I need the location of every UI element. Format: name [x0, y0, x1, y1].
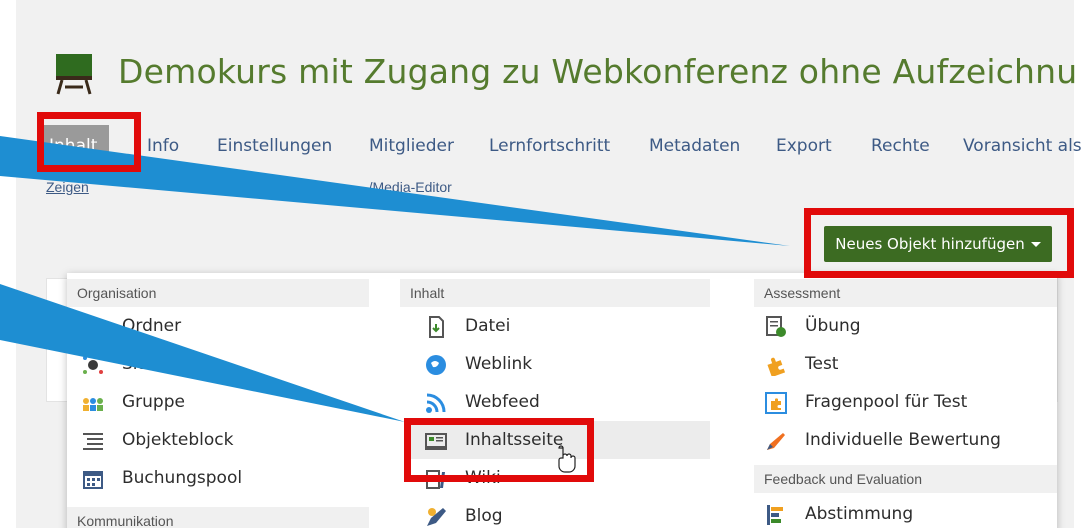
puzzle-icon	[767, 357, 786, 376]
menu-item-label: Abstimmung	[805, 504, 914, 524]
menu-item-label: Ordner	[122, 316, 182, 336]
tab-metadaten[interactable]: Metadaten	[649, 125, 740, 167]
menu-item-datei[interactable]: Datei	[425, 307, 710, 345]
menu-item-label: Test	[805, 354, 839, 374]
menu-item-label: Buchungspool	[122, 468, 243, 488]
list-block-icon	[83, 433, 103, 450]
menu-item-label: Fragenpool für Test	[805, 392, 968, 412]
menu-item-label: Weblink	[465, 354, 533, 374]
menu-heading-organisation: Organisation	[67, 279, 369, 307]
menu-item-abstimmung[interactable]: Abstimmung	[765, 495, 1055, 528]
menu-item-label: Webfeed	[465, 392, 540, 412]
menu-heading-feedback: Feedback und Evaluation	[754, 465, 1057, 493]
menu-item-blog[interactable]: Blog	[425, 497, 710, 528]
question-pool-icon	[765, 392, 787, 414]
tab-rechte[interactable]: Rechte	[871, 125, 930, 167]
group-icon	[83, 398, 103, 411]
tab-lernfortschritt[interactable]: Lernfortschritt	[489, 125, 610, 167]
globe-icon	[426, 355, 446, 375]
menu-heading-assessment: Assessment	[754, 279, 1057, 307]
menu-item-label: Übung	[805, 316, 861, 336]
course-icon	[56, 54, 92, 95]
menu-item-label: Gruppe	[122, 392, 185, 412]
menu-item-sitzung[interactable]: Sitzung	[82, 345, 372, 383]
menu-item-label: Blog	[465, 506, 503, 526]
blog-icon	[427, 508, 446, 526]
tab-info[interactable]: Info	[147, 125, 179, 167]
screenshot-canvas: Demokurs mit Zugang zu Webkonferenz ohne…	[0, 0, 1088, 528]
menu-item-weblink[interactable]: Weblink	[425, 345, 710, 383]
tab-export[interactable]: Export	[776, 125, 832, 167]
menu-item-webfeed[interactable]: Webfeed	[425, 383, 710, 421]
subtab-media-editor[interactable]: /Media-Editor	[369, 179, 452, 195]
menu-item-test[interactable]: Test	[765, 345, 1055, 383]
add-object-dropdown: Organisation Ordner Sitzung Gruppe Objek…	[67, 273, 1057, 528]
tab-voransicht[interactable]: Voransicht als	[963, 125, 1082, 167]
pen-icon	[767, 433, 785, 450]
tab-einstellungen[interactable]: Einstellungen	[217, 125, 332, 167]
menu-item-fragenpool[interactable]: Fragenpool für Test	[765, 383, 1055, 421]
rss-feed-icon	[426, 393, 446, 413]
menu-heading-kommunikation: Kommunikation	[67, 507, 369, 528]
menu-item-gruppe[interactable]: Gruppe	[82, 383, 372, 421]
menu-item-label: Objekteblock	[122, 430, 234, 450]
menu-item-uebung[interactable]: Übung	[765, 307, 1055, 345]
highlight-box-inhaltsseite	[404, 418, 594, 482]
menu-item-objekteblock[interactable]: Objekteblock	[82, 421, 372, 459]
session-icon	[83, 356, 103, 374]
poll-icon	[767, 505, 783, 525]
page-title: Demokurs mit Zugang zu Webkonferenz ohne…	[118, 52, 1078, 91]
folder-icon	[83, 321, 103, 335]
exercise-icon	[766, 316, 786, 337]
highlight-box-add-button	[804, 208, 1074, 278]
menu-heading-inhalt: Inhalt	[400, 279, 710, 307]
file-download-icon	[429, 316, 444, 338]
subtab-bar: Zeigen /Media-Editor	[46, 179, 452, 195]
menu-item-individuelle-bewertung[interactable]: Individuelle Bewertung	[765, 421, 1055, 459]
menu-item-buchungspool[interactable]: Buchungspool	[82, 459, 372, 497]
highlight-box-inhalt-tab	[37, 112, 141, 172]
menu-item-ordner[interactable]: Ordner	[82, 307, 372, 345]
menu-item-label: Individuelle Bewertung	[805, 430, 1001, 450]
subtab-zeigen[interactable]: Zeigen	[46, 179, 89, 195]
menu-item-label: Datei	[465, 316, 511, 336]
menu-item-label: Sitzung	[122, 354, 186, 374]
calendar-icon	[83, 471, 103, 489]
tab-bar: Inhalt Info Einstellungen Mitglieder Ler…	[37, 125, 1082, 167]
tab-mitglieder[interactable]: Mitglieder	[369, 125, 454, 167]
